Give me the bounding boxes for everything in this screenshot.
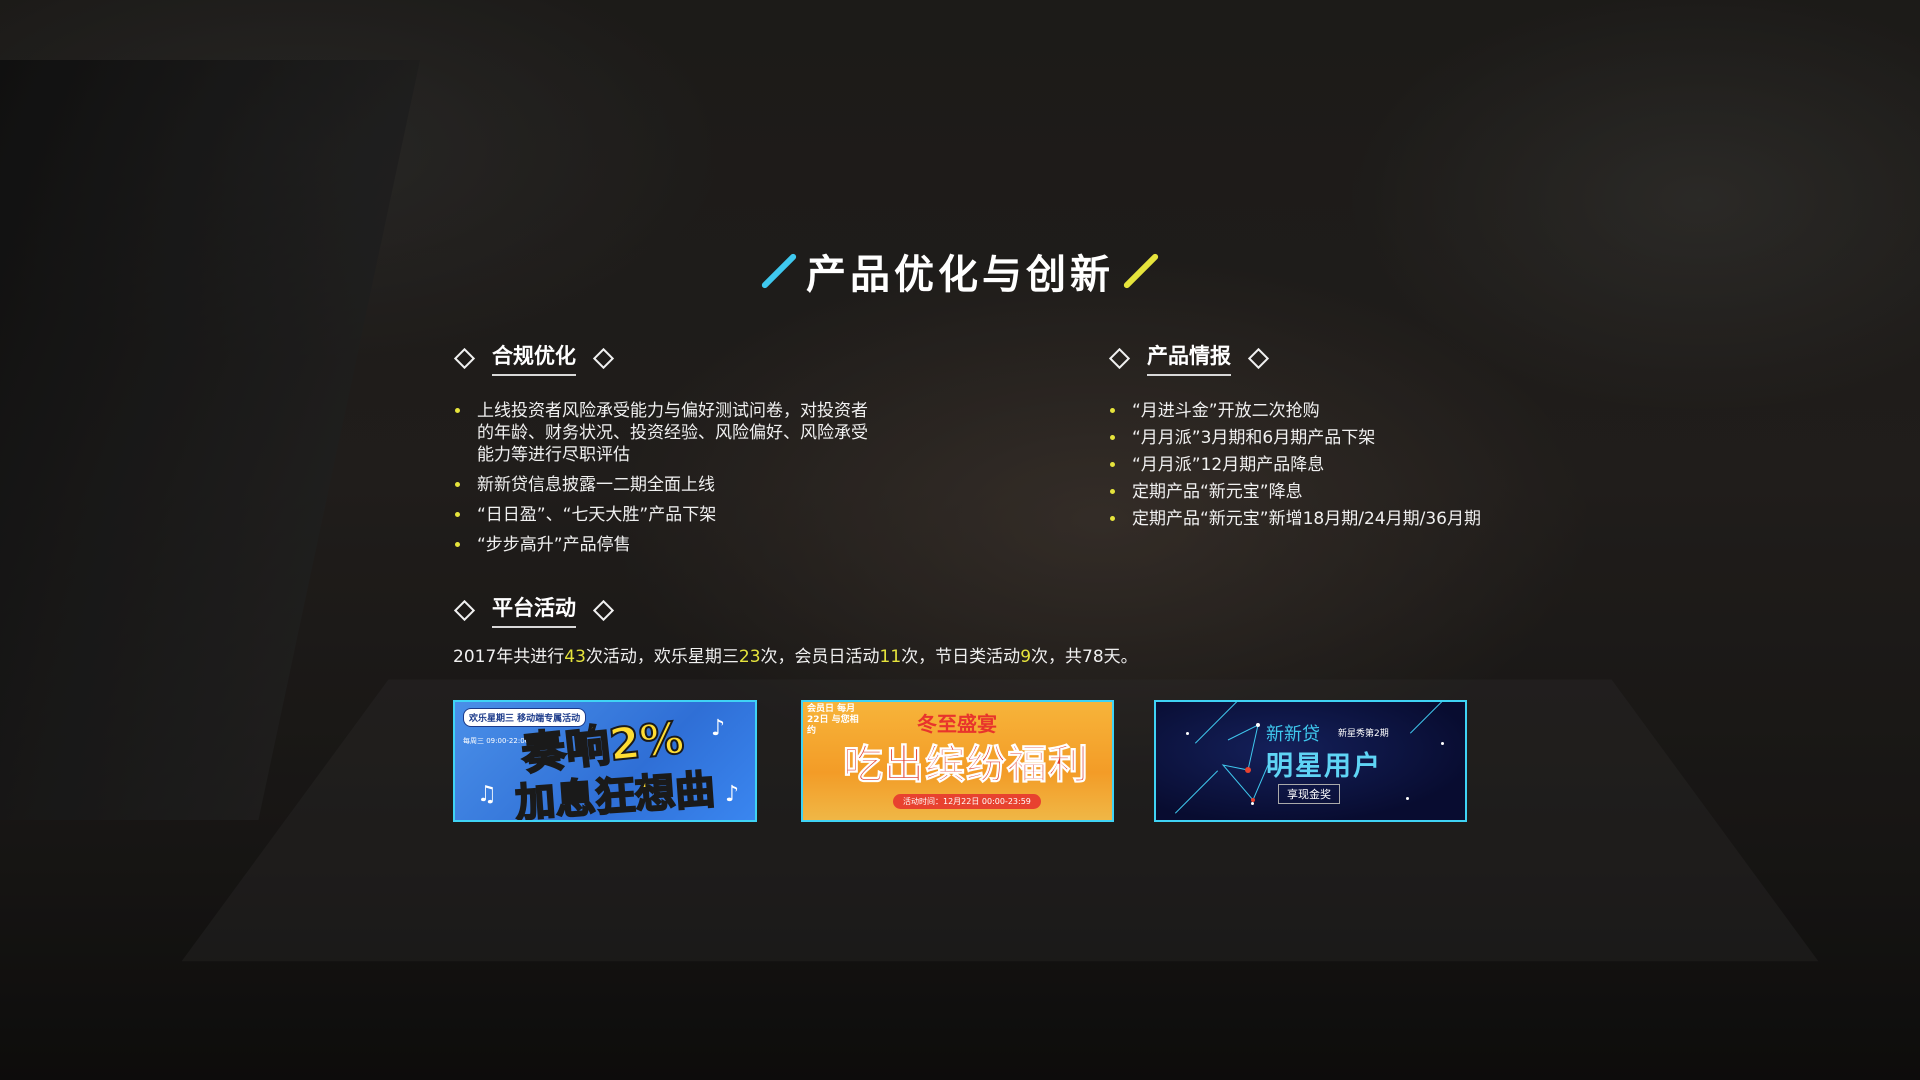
list-item: “步步高升”产品停售 xyxy=(453,534,873,556)
platform-stats-text: 2017年共进行43次活动，欢乐星期三23次，会员日活动11次，节日类活动9次，… xyxy=(453,642,1138,667)
stats-text: 2017年共进行 xyxy=(453,647,565,667)
music-note-icon: ♪ xyxy=(711,716,726,741)
section-product-info-title: 产品情报 xyxy=(1147,340,1231,376)
diamond-icon xyxy=(592,599,615,621)
cash-prize-button[interactable]: 享现金奖 xyxy=(1278,784,1340,804)
diamond-icon xyxy=(453,599,476,621)
list-item: 新新贷信息披露一二期全面上线 xyxy=(453,474,873,496)
page-title-bar: 产品优化与创新 xyxy=(0,242,1920,300)
music-note-icon: ♫ xyxy=(477,782,497,807)
stats-number: 11 xyxy=(879,647,902,667)
diamond-icon xyxy=(1108,347,1131,369)
list-item: 上线投资者风险承受能力与偏好测试问卷，对投资者的年龄、财务状况、投资经验、风险偏… xyxy=(453,400,873,466)
stats-number: 9 xyxy=(1020,647,1032,667)
list-item: “月进斗金”开放二次抢购 xyxy=(1108,400,1488,422)
stats-number: 23 xyxy=(738,647,761,667)
stats-text: 次活动，欢乐星期三 xyxy=(585,647,739,667)
music-note-icon: ♪ xyxy=(725,782,740,807)
list-item: “月月派”12月期产品降息 xyxy=(1108,454,1488,476)
section-compliance-header: 合规优化 xyxy=(453,340,615,376)
section-platform-header: 平台活动 xyxy=(453,592,615,628)
list-item: 定期产品“新元宝”降息 xyxy=(1108,481,1488,503)
star-icon xyxy=(1441,742,1444,745)
stats-text: 次，共78天。 xyxy=(1031,647,1138,667)
banner-music-interest[interactable]: 欢乐星期三 移动端专属活动 每周三 09:00-22:00 奏响2% 加息狂想曲… xyxy=(453,700,757,822)
decor-line xyxy=(1174,770,1219,814)
diamond-icon xyxy=(453,347,476,369)
diamond-icon xyxy=(592,347,615,369)
banner-headline: 明星用户 xyxy=(1266,751,1382,782)
banner-headline: 吃出缤纷福利 xyxy=(843,742,1089,789)
banner-star-user[interactable]: 新新贷 新星秀第2期 明星用户 享现金奖 xyxy=(1154,700,1467,822)
dark-overlay xyxy=(0,0,1920,1080)
compliance-list: 上线投资者风险承受能力与偏好测试问卷，对投资者的年龄、财务状况、投资经验、风险偏… xyxy=(453,400,873,564)
stats-text: 次，节日类活动 xyxy=(901,647,1021,667)
section-product-info-header: 产品情报 xyxy=(1108,340,1270,376)
banner-time-pill: 活动时间：12月22日 00:00-23:59 xyxy=(893,794,1041,809)
banner-winter-solstice[interactable]: 会员日 每月22日 与您相约 冬至盛宴 吃出缤纷福利 活动时间：12月22日 0… xyxy=(801,700,1114,822)
list-item: “月月派”3月期和6月期产品下架 xyxy=(1108,427,1488,449)
star-icon xyxy=(1186,732,1189,735)
star-icon xyxy=(1406,797,1409,800)
section-platform-title: 平台活动 xyxy=(492,592,576,628)
slash-left-icon xyxy=(760,252,798,290)
list-item: 定期产品“新元宝”新增18月期/24月期/36月期 xyxy=(1108,508,1488,530)
list-item: “日日盈”、“七天大胜”产品下架 xyxy=(453,504,873,526)
banner-brand-sub: 新星秀第2期 xyxy=(1338,729,1389,739)
diamond-icon xyxy=(1247,347,1270,369)
decor-line xyxy=(1409,702,1454,734)
banner-brand: 新新贷 xyxy=(1266,724,1320,745)
product-info-list: “月进斗金”开放二次抢购 “月月派”3月期和6月期产品下架 “月月派”12月期产… xyxy=(1108,400,1488,535)
page-title: 产品优化与创新 xyxy=(806,252,1114,298)
slash-right-icon xyxy=(1122,252,1160,290)
section-compliance-title: 合规优化 xyxy=(492,340,576,376)
stats-text: 次，会员日活动 xyxy=(760,647,880,667)
stats-number: 43 xyxy=(564,647,586,667)
